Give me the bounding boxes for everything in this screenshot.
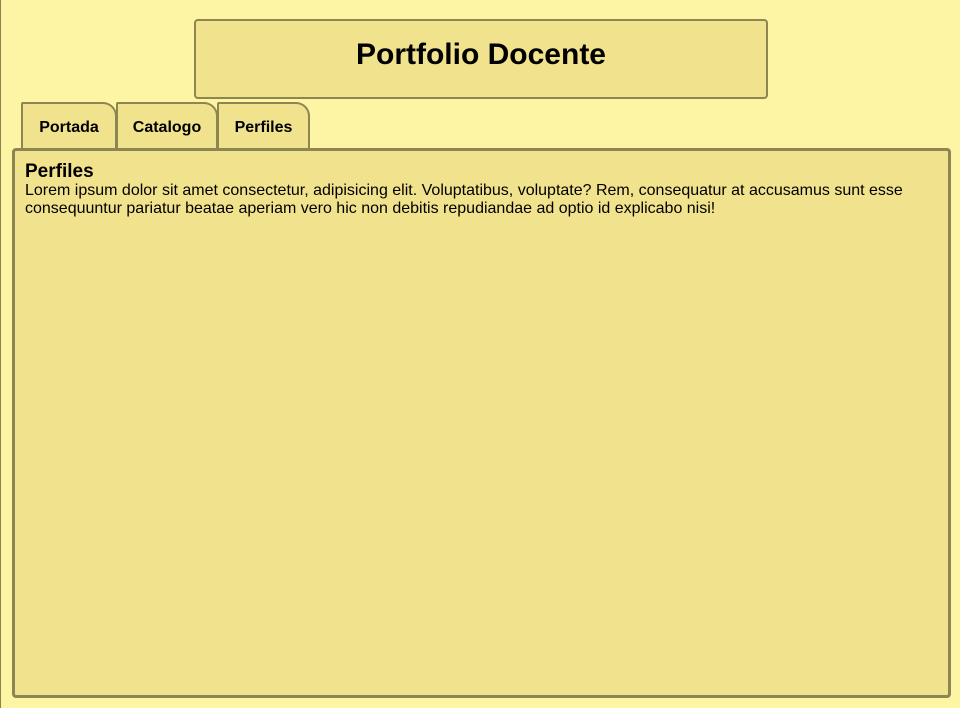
header-banner: Portfolio Docente	[194, 19, 768, 99]
tab-catalogo[interactable]: Catalogo	[116, 102, 218, 148]
page-title: Portfolio Docente	[355, 38, 606, 71]
tab-perfiles[interactable]: Perfiles	[217, 102, 310, 148]
tab-portada[interactable]: Portada	[21, 102, 117, 148]
content-panel: Perfiles Lorem ipsum dolor sit amet cons…	[12, 148, 951, 698]
section-body-text: Lorem ipsum dolor sit amet consectetur, …	[25, 182, 903, 217]
section-heading: Perfiles	[25, 161, 94, 182]
